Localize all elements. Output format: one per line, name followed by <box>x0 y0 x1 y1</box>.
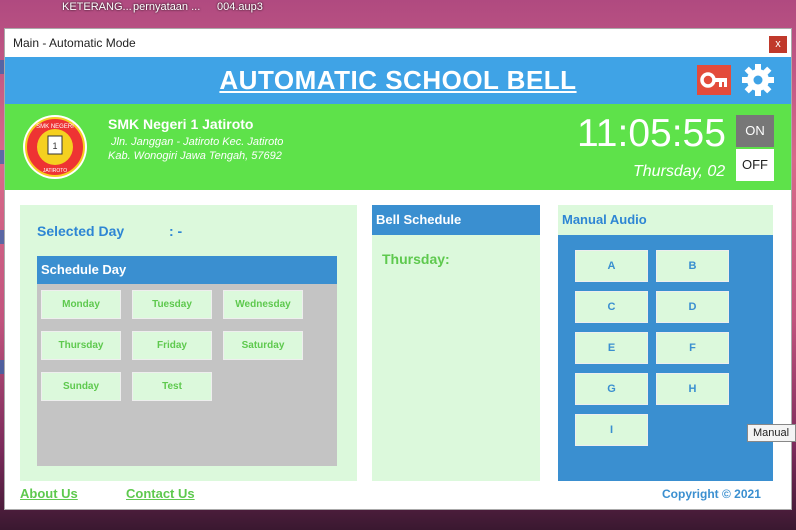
svg-text:1: 1 <box>52 141 57 151</box>
day-button-test[interactable]: Test <box>132 372 212 401</box>
about-us-link[interactable]: About Us <box>20 486 78 501</box>
audio-button-a[interactable]: A <box>575 250 648 282</box>
off-button[interactable]: OFF <box>736 149 774 181</box>
svg-text:SMK NEGERI: SMK NEGERI <box>36 124 74 130</box>
close-button[interactable]: x <box>769 36 787 53</box>
taskbar-item[interactable]: 004.aup3 <box>217 1 263 13</box>
bell-schedule-header: Bell Schedule <box>372 205 540 235</box>
schedule-day-box: Schedule Day Monday Tuesday Wednesday Th… <box>37 256 337 466</box>
manual-audio-header: Manual Audio <box>562 212 647 227</box>
audio-button-c[interactable]: C <box>575 291 648 323</box>
day-button-sunday[interactable]: Sunday <box>41 372 121 401</box>
main-window: Main - Automatic Mode x AUTOMATIC SCHOOL… <box>4 28 792 510</box>
copyright-text: Copyright © 2021 <box>662 487 761 501</box>
bell-schedule-day: Thursday: <box>382 251 450 267</box>
day-button-saturday[interactable]: Saturday <box>223 331 303 360</box>
audio-button-h[interactable]: H <box>656 373 729 405</box>
day-button-monday[interactable]: Monday <box>41 290 121 319</box>
school-logo: SMK NEGERI 1 JATIROTO <box>21 114 89 180</box>
bell-schedule-panel: Bell Schedule Thursday: <box>372 205 540 481</box>
clock-time: 11:05:55 <box>577 112 726 155</box>
manual-audio-panel: Manual Audio A B C D E F G H I <box>558 205 773 481</box>
svg-text:JATIROTO: JATIROTO <box>43 168 67 174</box>
app-header: AUTOMATIC SCHOOL BELL <box>5 57 791 104</box>
on-button[interactable]: ON <box>736 115 774 147</box>
school-address-line1: Jln. Janggan - Jatiroto Kec. Jatiroto <box>111 136 284 148</box>
taskbar-item[interactable]: pernyataan ... <box>133 1 200 13</box>
manual-tooltip: Manual <box>747 424 796 442</box>
app-title: AUTOMATIC SCHOOL BELL <box>219 65 577 95</box>
clock-date: Thursday, 02 <box>633 163 726 180</box>
schedule-day-header: Schedule Day <box>37 256 337 284</box>
audio-button-i[interactable]: I <box>575 414 648 446</box>
school-name: SMK Negeri 1 Jatiroto <box>108 116 254 132</box>
audio-button-b[interactable]: B <box>656 250 729 282</box>
school-info-bar: SMK NEGERI 1 JATIROTO SMK Negeri 1 Jatir… <box>5 104 791 190</box>
contact-us-link[interactable]: Contact Us <box>126 486 195 501</box>
window-title: Main - Automatic Mode <box>13 36 136 50</box>
audio-button-e[interactable]: E <box>575 332 648 364</box>
day-button-wednesday[interactable]: Wednesday <box>223 290 303 319</box>
window-titlebar: Main - Automatic Mode x <box>5 29 791 57</box>
key-icon[interactable] <box>697 65 731 95</box>
selected-day-label: Selected Day <box>37 223 125 239</box>
day-button-friday[interactable]: Friday <box>132 331 212 360</box>
audio-button-f[interactable]: F <box>656 332 729 364</box>
audio-button-g[interactable]: G <box>575 373 648 405</box>
day-button-tuesday[interactable]: Tuesday <box>132 290 212 319</box>
day-button-thursday[interactable]: Thursday <box>41 331 121 360</box>
taskbar-item[interactable]: KETERANG... <box>62 1 132 13</box>
audio-button-d[interactable]: D <box>656 291 729 323</box>
desktop-taskbar: KETERANG... pernyataan ... 004.aup3 <box>0 0 796 20</box>
schedule-panel: Selected Day : - Schedule Day Monday Tue… <box>20 205 357 481</box>
selected-day-value: : - <box>169 223 183 239</box>
gear-icon[interactable] <box>741 63 775 97</box>
manual-audio-box: A B C D E F G H I <box>558 235 773 481</box>
school-address-line2: Kab. Wonogiri Jawa Tengah, 57692 <box>108 150 282 162</box>
